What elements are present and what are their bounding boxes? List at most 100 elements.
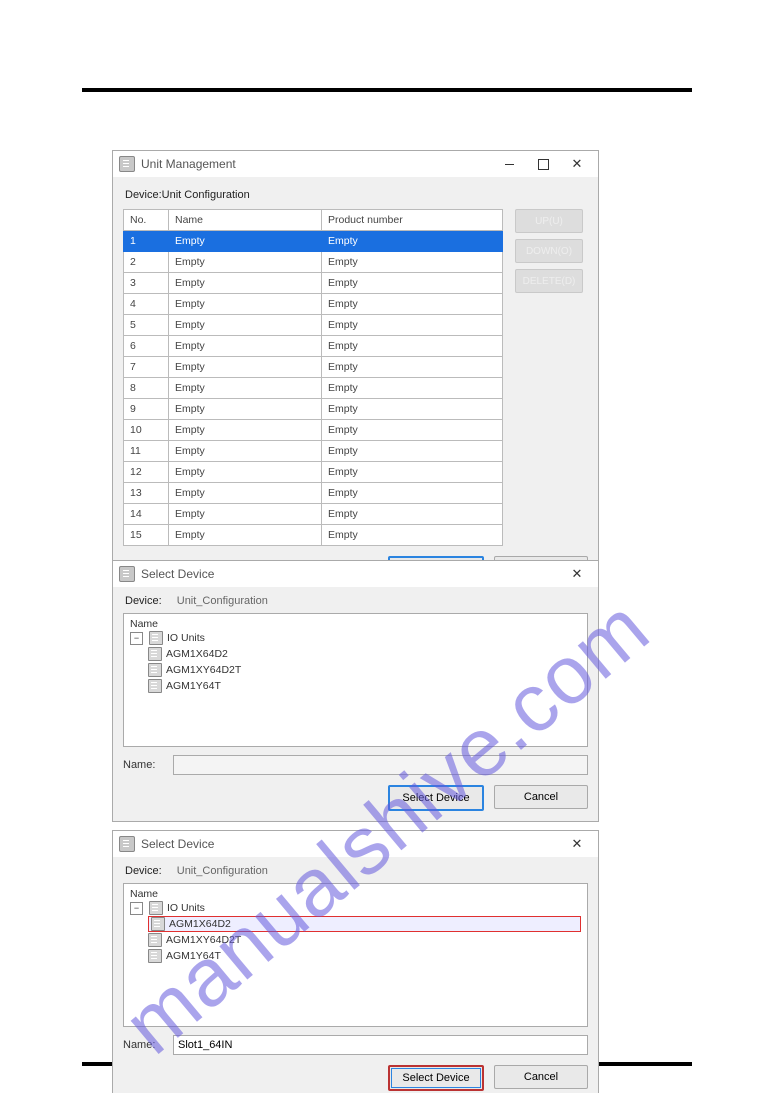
cell-product: Empty (322, 315, 503, 336)
window-title: Select Device (141, 567, 560, 581)
window-title: Select Device (141, 837, 560, 851)
titlebar[interactable]: Select Device ✕ (113, 831, 598, 857)
window-icon (119, 156, 135, 172)
cell-no: 11 (124, 441, 169, 462)
minimize-button[interactable] (492, 153, 526, 175)
cell-name: Empty (169, 462, 322, 483)
titlebar[interactable]: Select Device ✕ (113, 561, 598, 587)
cell-name: Empty (169, 420, 322, 441)
table-row[interactable]: 14EmptyEmpty (124, 504, 503, 525)
device-tree[interactable]: Name − IO Units AGM1X64D2AGM1XY64D2TAGM1… (123, 613, 588, 747)
name-input[interactable] (173, 1035, 588, 1055)
table-row[interactable]: 1EmptyEmpty (124, 231, 503, 252)
table-row[interactable]: 5EmptyEmpty (124, 315, 503, 336)
close-button[interactable]: ✕ (560, 153, 594, 175)
cell-no: 4 (124, 294, 169, 315)
cell-no: 13 (124, 483, 169, 504)
window-icon (119, 836, 135, 852)
move-down-button[interactable]: DOWN(O) (515, 239, 583, 263)
name-input[interactable] (173, 755, 588, 775)
cell-name: Empty (169, 315, 322, 336)
unit-table[interactable]: No. Name Product number 1EmptyEmpty2Empt… (123, 209, 503, 546)
maximize-button[interactable] (526, 153, 560, 175)
col-product[interactable]: Product number (322, 210, 503, 231)
table-row[interactable]: 13EmptyEmpty (124, 483, 503, 504)
table-row[interactable]: 4EmptyEmpty (124, 294, 503, 315)
cell-no: 2 (124, 252, 169, 273)
device-icon (148, 647, 162, 661)
select-device-window-2: Select Device ✕ Device: Unit_Configurati… (112, 830, 599, 1093)
tree-root-label: IO Units (167, 902, 205, 914)
tree-root-label: IO Units (167, 632, 205, 644)
cell-name: Empty (169, 336, 322, 357)
collapse-icon[interactable]: − (130, 902, 143, 915)
name-label: Name: (123, 1039, 165, 1051)
close-button[interactable]: ✕ (560, 833, 594, 855)
cell-no: 7 (124, 357, 169, 378)
cancel-button[interactable]: Cancel (494, 1065, 588, 1089)
table-row[interactable]: 11EmptyEmpty (124, 441, 503, 462)
cell-name: Empty (169, 378, 322, 399)
cell-name: Empty (169, 357, 322, 378)
device-caption-value: Unit_Configuration (177, 595, 268, 607)
table-row[interactable]: 7EmptyEmpty (124, 357, 503, 378)
tree-item[interactable]: AGM1XY64D2T (146, 662, 583, 678)
device-icon (151, 917, 165, 931)
cell-product: Empty (322, 273, 503, 294)
cell-product: Empty (322, 462, 503, 483)
table-row[interactable]: 12EmptyEmpty (124, 462, 503, 483)
cell-product: Empty (322, 441, 503, 462)
cell-product: Empty (322, 420, 503, 441)
table-row[interactable]: 9EmptyEmpty (124, 399, 503, 420)
unit-management-window: Unit Management ✕ Device:Unit Configurat… (112, 150, 599, 593)
table-row[interactable]: 8EmptyEmpty (124, 378, 503, 399)
table-row[interactable]: 15EmptyEmpty (124, 525, 503, 546)
table-row[interactable]: 6EmptyEmpty (124, 336, 503, 357)
close-button[interactable]: ✕ (560, 563, 594, 585)
page-rule-top (82, 88, 692, 92)
tree-item[interactable]: AGM1Y64T (146, 678, 583, 694)
device-caption-key: Device: (125, 865, 162, 877)
select-device-button[interactable]: Select Device (388, 1065, 484, 1091)
cell-no: 10 (124, 420, 169, 441)
device-tree[interactable]: Name − IO Units AGM1X64D2AGM1XY64D2TAGM1… (123, 883, 588, 1027)
move-up-button[interactable]: UP(U) (515, 209, 583, 233)
cell-product: Empty (322, 231, 503, 252)
tree-item-label: AGM1Y64T (166, 950, 221, 962)
device-icon (148, 679, 162, 693)
cell-no: 5 (124, 315, 169, 336)
folder-icon (149, 631, 163, 645)
titlebar[interactable]: Unit Management ✕ (113, 151, 598, 177)
device-caption-key: Device: (125, 595, 162, 607)
tree-item[interactable]: AGM1X64D2 (146, 916, 583, 932)
col-no[interactable]: No. (124, 210, 169, 231)
select-device-button[interactable]: Select Device (388, 785, 484, 811)
cell-no: 12 (124, 462, 169, 483)
table-row[interactable]: 10EmptyEmpty (124, 420, 503, 441)
tree-item-label: AGM1X64D2 (169, 918, 231, 930)
table-row[interactable]: 3EmptyEmpty (124, 273, 503, 294)
cell-no: 6 (124, 336, 169, 357)
cell-product: Empty (322, 525, 503, 546)
name-label: Name: (123, 759, 165, 771)
cancel-button[interactable]: Cancel (494, 785, 588, 809)
device-caption: Device: Unit_Configuration (125, 595, 588, 607)
cell-no: 14 (124, 504, 169, 525)
tree-item-label: AGM1XY64D2T (166, 664, 241, 676)
col-name[interactable]: Name (169, 210, 322, 231)
device-caption: Device:Unit Configuration (125, 189, 588, 201)
cell-name: Empty (169, 273, 322, 294)
table-row[interactable]: 2EmptyEmpty (124, 252, 503, 273)
tree-item[interactable]: AGM1XY64D2T (146, 932, 583, 948)
tree-root[interactable]: − IO Units (128, 900, 583, 916)
collapse-icon[interactable]: − (130, 632, 143, 645)
folder-icon (149, 901, 163, 915)
tree-item[interactable]: AGM1X64D2 (146, 646, 583, 662)
tree-item-label: AGM1X64D2 (166, 648, 228, 660)
cell-product: Empty (322, 378, 503, 399)
tree-item[interactable]: AGM1Y64T (146, 948, 583, 964)
delete-button[interactable]: DELETE(D) (515, 269, 583, 293)
tree-root[interactable]: − IO Units (128, 630, 583, 646)
device-caption: Device: Unit_Configuration (125, 865, 588, 877)
device-caption-value: Unit_Configuration (177, 865, 268, 877)
